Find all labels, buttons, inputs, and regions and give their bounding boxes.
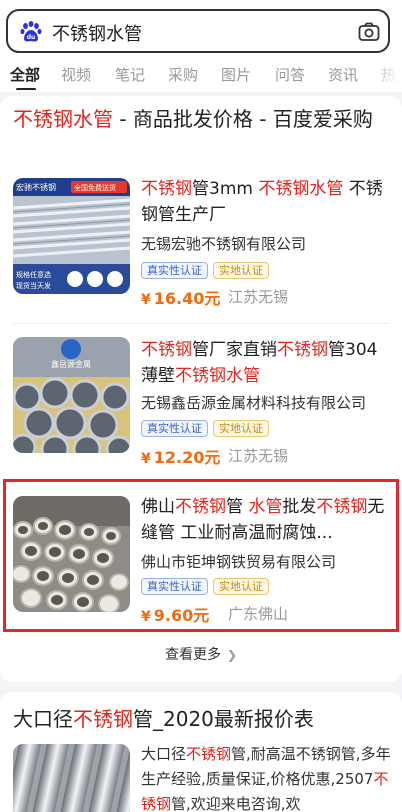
search-input[interactable]: 不锈钢水管 — [52, 20, 142, 46]
thumb-watermark: 鑫岳源金属 — [51, 359, 91, 369]
tab-images[interactable]: 图片 — [221, 64, 251, 85]
tab-notes[interactable]: 笔记 — [115, 64, 145, 85]
highlight-box — [3, 479, 399, 632]
thumb-header2-text: 全国免费送货 — [74, 183, 116, 192]
result-title-rest: - 商品批发价格 - 百度爱采购 — [113, 107, 373, 131]
result-title-keyword: 不锈钢水管 — [13, 107, 113, 131]
tab-news[interactable]: 资讯 — [328, 64, 358, 85]
product-title-part: 管3mm — [192, 179, 259, 199]
result-title[interactable]: 不锈钢水管 - 商品批发价格 - 百度爱采购 — [13, 103, 373, 135]
supplier-location: 江苏无锡 — [228, 288, 289, 306]
product-title-part: 不锈钢 — [277, 340, 328, 360]
onsite-badge: 实地认证 — [213, 420, 269, 437]
currency-symbol: ¥ — [141, 451, 151, 467]
tab-purchase[interactable]: 采购 — [168, 64, 198, 85]
certification-badges: 真实性认证 实地认证 — [141, 262, 274, 279]
price-value: 16.40元 — [153, 289, 221, 308]
certification-badges: 真实性认证 实地认证 — [141, 420, 274, 437]
authenticity-badge: 真实性认证 — [141, 262, 208, 279]
authenticity-badge: 真实性认证 — [141, 420, 208, 437]
tab-all[interactable]: 全部 — [10, 64, 40, 85]
item-divider — [13, 323, 389, 324]
tab-qa[interactable]: 问答 — [275, 64, 305, 85]
svg-text:现货当天发: 现货当天发 — [16, 281, 51, 290]
svg-text:规格任意选: 规格任意选 — [16, 270, 51, 279]
chevron-right-icon: ❯ — [226, 648, 238, 662]
see-more-button[interactable]: 查看更多 ❯ — [0, 644, 402, 666]
result-snippet: 大口径不锈钢管,耐高温不锈钢管,多年生产经验,质量保证,价格优惠,2507不锈钢… — [141, 742, 391, 812]
product-title[interactable]: 不锈钢管厂家直销不锈钢管304薄壁不锈钢水管 — [141, 337, 391, 389]
snippet-part: 不锈钢 — [186, 745, 232, 763]
baidu-paw-logo: du — [20, 21, 42, 42]
camera-icon[interactable] — [357, 20, 381, 44]
product-image-pipes-1: 宏驰不锈钢 全国免费送货 规格任意选 现货当天发 — [13, 178, 130, 294]
product-title-part: 不锈钢 — [141, 179, 192, 199]
active-tab-indicator — [16, 88, 36, 90]
tab-video[interactable]: 视频 — [61, 64, 91, 85]
product-title-part: 不锈钢水管 — [175, 366, 260, 386]
supplier-name[interactable]: 无锡宏驰不锈钢有限公司 — [141, 233, 306, 254]
tab-bar: 全部 视频 笔记 采购 图片 问答 资讯 热 — [0, 56, 402, 90]
product-thumbnail[interactable]: 宏驰不锈钢 全国免费送货 规格任意选 现货当天发 — [13, 178, 130, 294]
result-title[interactable]: 大口径不锈钢管_2020最新报价表 — [13, 703, 314, 735]
currency-symbol: ¥ — [141, 292, 151, 308]
supplier-location: 江苏无锡 — [228, 447, 289, 465]
result-title-part: 管_2020最新报价表 — [133, 707, 314, 731]
onsite-badge: 实地认证 — [213, 262, 269, 279]
supplier-name[interactable]: 无锡鑫岳源金属材料科技有限公司 — [141, 392, 366, 413]
search-bar[interactable]: du 不锈钢水管 — [6, 9, 390, 53]
product-title-part: 管厂家直销 — [192, 340, 277, 360]
see-more-label: 查看更多 — [164, 647, 221, 663]
product-title-part: 不锈钢 — [141, 340, 192, 360]
product-title-part: 不锈钢水管 — [258, 179, 344, 199]
price-value: 12.20元 — [153, 448, 221, 467]
thumb-header-text: 宏驰不锈钢 — [16, 182, 56, 192]
top-bar: du 不锈钢水管 全部 视频 笔记 采购 图片 问答 资讯 热 — [0, 0, 402, 92]
svg-text:du: du — [27, 34, 36, 41]
product-image-pipes-4 — [13, 744, 130, 812]
product-thumbnail[interactable]: 鑫岳源金属 — [13, 337, 130, 453]
product-price: ¥16.40元 — [141, 285, 220, 309]
snippet-part: 管,欢迎来电咨询,欢 — [171, 795, 301, 812]
result-title-part: 大口径 — [13, 707, 73, 731]
product-price: ¥12.20元 — [141, 444, 220, 468]
snippet-part: 大口径 — [141, 745, 187, 763]
result-title-part: 不锈钢 — [73, 707, 133, 731]
product-title[interactable]: 不锈钢管3mm 不锈钢水管 不锈钢管生产厂 — [141, 176, 391, 228]
product-image-pipes-2: 鑫岳源金属 — [13, 337, 130, 453]
tab-fade — [366, 56, 402, 90]
product-thumbnail[interactable] — [13, 744, 130, 812]
